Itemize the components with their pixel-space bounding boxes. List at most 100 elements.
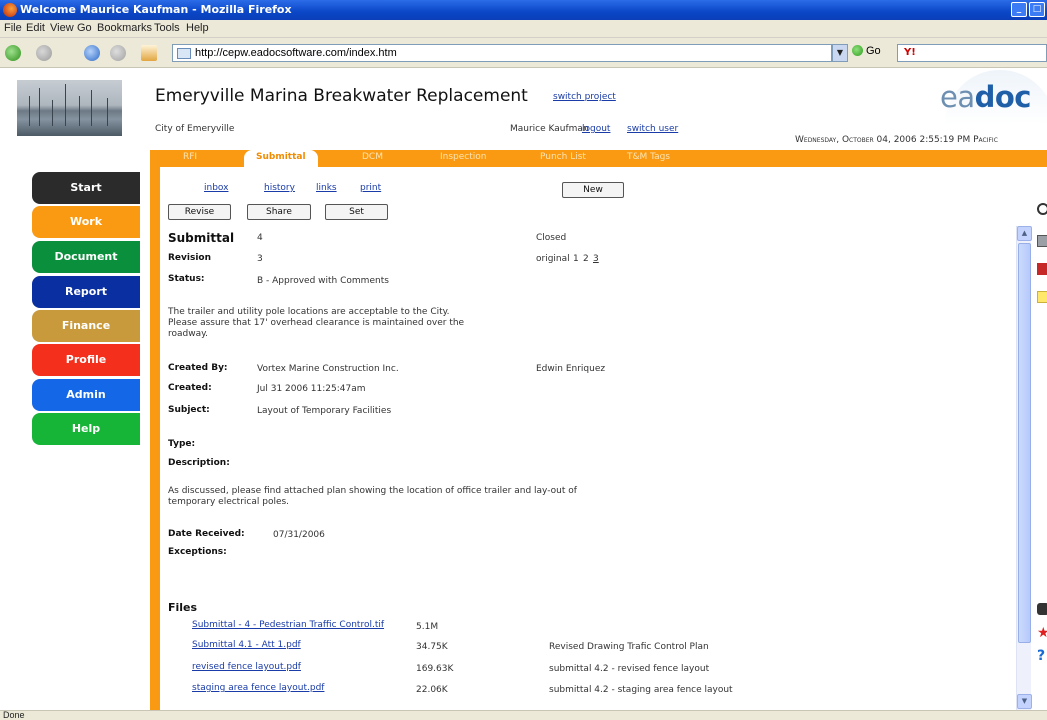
submittal-state: Closed [536,233,567,243]
submittal-label: Submittal [168,231,235,245]
menu-help[interactable]: Help [186,22,209,34]
nav-work[interactable]: Work [32,206,140,238]
menu-tools[interactable]: Tools [154,22,180,34]
scroll-thumb[interactable] [1018,243,1031,643]
history-link[interactable]: history [264,183,295,193]
date-received-label: Date Received: [168,529,245,539]
home-icon[interactable] [141,45,157,61]
file-size: 34.75K [416,642,448,652]
status-label: Status: [168,274,205,284]
subject-label: Subject: [168,405,210,415]
revision-1[interactable]: 1 [573,254,579,264]
yahoo-search-icon: Y! [904,47,916,58]
set-button[interactable]: Set [325,204,388,220]
help-icon[interactable]: ? [1037,649,1047,663]
tab-inspection[interactable]: Inspection [440,152,487,162]
left-navigation: Start Work Document Report Finance Profi… [0,150,150,710]
file-link[interactable]: revised fence layout.pdf [192,662,301,672]
go-icon [852,45,863,56]
description-text: As discussed, please find attached plan … [168,486,577,507]
menu-go[interactable]: Go [77,22,92,34]
file-size: 22.06K [416,685,448,695]
file-note: submittal 4.2 - revised fence layout [549,664,710,674]
page-icon [177,48,191,59]
file-link[interactable]: staging area fence layout.pdf [192,683,324,693]
nav-document[interactable]: Document [32,241,140,273]
marina-photo [17,80,122,136]
subject-value: Layout of Temporary Facilities [257,406,392,416]
menu-file[interactable]: File [4,22,22,34]
type-label: Type: [168,439,196,449]
sticky-note-icon[interactable] [1037,291,1047,303]
file-link[interactable]: Submittal - 4 - Pedestrian Traffic Contr… [192,620,384,630]
revision-label: Revision [168,253,212,263]
scroll-up-icon[interactable]: ▲ [1017,226,1032,241]
date-received-value: 07/31/2006 [273,530,325,540]
nav-admin[interactable]: Admin [32,379,140,411]
revise-button[interactable]: Revise [168,204,231,220]
back-icon[interactable] [5,45,21,61]
nav-profile[interactable]: Profile [32,344,140,376]
print-link[interactable]: print [360,183,381,193]
minimize-icon[interactable]: _ [1011,2,1027,17]
tab-punch-list[interactable]: Punch List [540,152,586,162]
globe-icon[interactable] [1037,203,1047,215]
window-title-bar: Welcome Maurice Kaufman - Mozilla Firefo… [0,0,1047,20]
tab-dcm[interactable]: DCM [362,152,383,162]
client-name: City of Emeryville [155,124,235,134]
file-size: 169.63K [416,664,454,674]
star-icon[interactable]: ★ [1037,626,1047,640]
menu-edit[interactable]: Edit [26,22,45,34]
status-comment: The trailer and utility pole locations a… [168,307,465,339]
exceptions-label: Exceptions: [168,547,227,557]
links-link[interactable]: links [316,183,337,193]
revision-3[interactable]: 3 [593,254,599,264]
toolbox-icon[interactable] [1037,603,1047,615]
switch-user-link[interactable]: switch user [627,124,678,134]
files-heading: Files [168,601,198,614]
nav-report[interactable]: Report [32,276,140,308]
submittal-number: 4 [257,233,263,243]
tab-submittal[interactable]: Submittal [244,150,318,167]
tab-tm-tags[interactable]: T&M Tags [627,152,670,162]
revision-2[interactable]: 2 [583,254,589,264]
project-title: Emeryville Marina Breakwater Replacement [155,86,528,106]
forward-icon[interactable] [36,45,52,61]
url-dropdown-icon[interactable]: ▼ [832,44,848,62]
created-label: Created: [168,383,212,393]
window-title: Welcome Maurice Kaufman - Mozilla Firefo… [20,3,292,16]
address-bar[interactable]: http://cepw.eadocsoftware.com/index.htm [172,44,832,62]
menu-bookmarks[interactable]: Bookmarks [97,22,152,34]
logout-link[interactable]: logout [582,124,610,134]
file-note: Revised Drawing Trafic Control Plan [549,642,709,652]
file-link[interactable]: Submittal 4.1 - Att 1.pdf [192,640,301,650]
maximize-icon[interactable]: □ [1029,2,1045,17]
scroll-down-icon[interactable]: ▼ [1017,694,1032,709]
status-value: B - Approved with Comments [257,276,389,286]
notes-icon[interactable] [1037,235,1047,247]
status-text: Done [3,710,25,720]
share-button[interactable]: Share [247,204,311,220]
revision-original: original [536,254,570,264]
submittal-detail-panel: inbox history links print New Revise Sha… [150,167,1020,710]
new-button[interactable]: New [562,182,624,198]
created-by-company: Vortex Marine Construction Inc. [257,364,399,374]
search-input[interactable]: Y! [897,44,1047,62]
inbox-link[interactable]: inbox [204,183,228,193]
file-size: 5.1M [416,622,439,632]
tab-rfi[interactable]: RFI [183,152,197,162]
go-button[interactable]: Go [852,45,881,57]
content-scrollbar[interactable]: ▲ ▼ [1016,226,1032,710]
description-label: Description: [168,458,230,468]
menu-bar: File Edit View Go Bookmarks Tools Help [0,20,1047,38]
nav-help[interactable]: Help [32,413,140,445]
menu-view[interactable]: View [50,22,74,34]
nav-start[interactable]: Start [32,172,140,204]
switch-project-link[interactable]: switch project [553,92,616,102]
current-datetime: Wednesday, October 04, 2006 2:55:19 PM P… [795,135,998,145]
delete-icon[interactable] [1037,263,1047,275]
nav-finance[interactable]: Finance [32,310,140,342]
user-name: Maurice Kaufman [510,124,589,134]
stop-icon[interactable] [110,45,126,61]
reload-icon[interactable] [84,45,100,61]
